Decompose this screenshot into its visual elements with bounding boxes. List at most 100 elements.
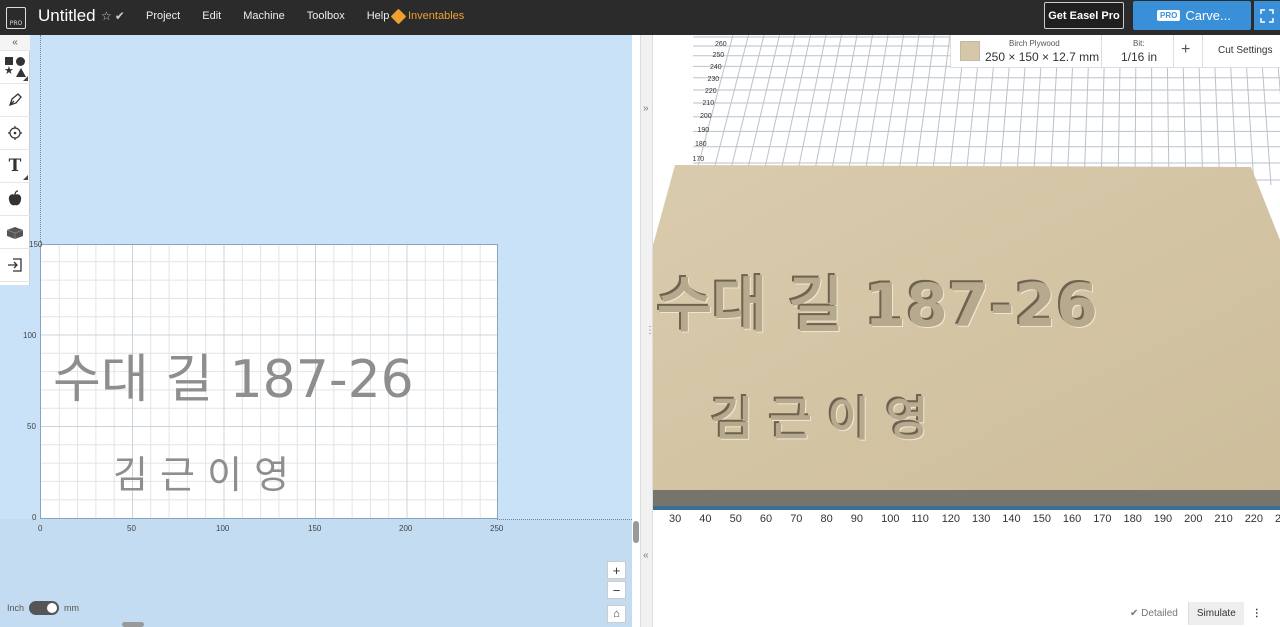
cut-settings-button[interactable]: Cut Settings [1218, 45, 1272, 56]
board-text-line1: 수대 길 187-26 [657, 271, 1099, 341]
preview-x-tick: 200 [1184, 513, 1203, 525]
x-tick-150: 150 [308, 524, 322, 533]
preview-x-tick: 160 [1062, 513, 1082, 525]
star-check-icons[interactable]: ☆✔ [101, 9, 128, 23]
design-canvas[interactable]: 수대 길 187-26 김 근 이 영 [40, 244, 498, 519]
horizontal-scrollbar[interactable] [122, 622, 144, 627]
shapes-icon: ★ [4, 56, 26, 78]
add-bit-button[interactable]: + [1181, 41, 1190, 59]
toolbar-collapse-button[interactable]: « [0, 35, 30, 51]
inventables-icon [390, 8, 407, 24]
x-tick-50: 50 [127, 524, 136, 533]
menu-machine[interactable]: Machine [243, 10, 285, 22]
x-tick-0: 0 [38, 524, 43, 533]
board-text-line2: 김 근 이 영 [711, 392, 929, 446]
target-tool[interactable] [0, 117, 30, 150]
design-workspace-lower[interactable] [0, 519, 632, 627]
board-baseline [653, 506, 1280, 510]
import-tool[interactable] [0, 249, 30, 282]
x-tick-250: 250 [490, 524, 504, 533]
preview-x-tick: 110 [911, 513, 929, 525]
material-swatch[interactable] [960, 41, 980, 61]
3d-preview[interactable]: 260 250 240 230 220 210 200 190 180 170 수대 길 187-… [653, 35, 1280, 627]
preview-x-tick: 60 [759, 513, 773, 525]
parts-tool[interactable] [0, 216, 30, 249]
zoom-controls: + − ⌂ [607, 561, 627, 625]
simulate-button[interactable]: Simulate [1187, 602, 1244, 625]
inventables-link[interactable]: Inventables [390, 8, 465, 24]
canvas-text-line1[interactable]: 수대 길 187-26 [53, 337, 414, 412]
material-bar: Birch Plywood 250 × 150 × 12.7 mm Bit: 1… [950, 35, 1280, 68]
chevron-right-icon[interactable]: » [643, 103, 649, 114]
detailed-toggle[interactable]: ✔ Detailed [1130, 608, 1178, 619]
apple-icon [8, 190, 22, 206]
material-size[interactable]: 250 × 150 × 12.7 mm [985, 50, 1099, 64]
preview-x-tick: 190 [1153, 513, 1173, 525]
unit-toggle: Inch mm [7, 601, 79, 615]
menu-toolbox[interactable]: Toolbox [307, 10, 345, 22]
vertical-scrollbar[interactable] [633, 521, 639, 543]
apps-tool[interactable] [0, 183, 30, 216]
preview-x-tick: 70 [790, 513, 803, 525]
preview-footer: ✔ Detailed Simulate ⋮ [1130, 600, 1270, 627]
pen-tool[interactable] [0, 84, 30, 117]
target-icon [8, 126, 22, 140]
preview-y-tick: 260 [715, 41, 727, 48]
material-name[interactable]: Birch Plywood [1009, 39, 1060, 48]
workspace-guide-horizontal [497, 519, 632, 520]
unit-inch-label: Inch [7, 603, 25, 613]
preview-x-tick: 220 [1244, 513, 1264, 525]
preview-x-tick: 120 [941, 513, 961, 525]
more-options-icon[interactable]: ⋮ [1244, 602, 1270, 625]
inventables-label: Inventables [408, 10, 465, 22]
carve-label: Carve... [1185, 8, 1231, 23]
collapse-icon: « [12, 37, 18, 48]
y-tick-150: 150 [29, 240, 43, 249]
logo-icon: PRO [6, 6, 26, 29]
x-tick-100: 100 [216, 524, 230, 533]
menu-edit[interactable]: Edit [202, 10, 221, 22]
carve-button[interactable]: PRO Carve... [1133, 1, 1251, 30]
y-tick-0: 0 [32, 513, 37, 522]
preview-x-tick: 2 [1275, 513, 1280, 525]
preview-y-tick: 210 [702, 100, 715, 107]
preview-y-tick: 180 [695, 141, 707, 148]
bit-label: Bit: [1133, 39, 1145, 48]
pro-badge: PRO [1157, 10, 1181, 21]
expand-icon[interactable] [1254, 1, 1280, 30]
shapes-tool[interactable]: ★ [0, 51, 30, 84]
preview-x-tick: 210 [1214, 513, 1233, 525]
menu-help[interactable]: Help [367, 10, 390, 22]
easel-logo[interactable]: PRO [0, 0, 32, 35]
unit-switch[interactable] [29, 601, 60, 615]
text-icon: T [8, 156, 22, 176]
preview-y-tick: 250 [712, 52, 725, 59]
zoom-in-button[interactable]: + [607, 561, 626, 579]
menu-project[interactable]: Project [146, 10, 180, 22]
x-tick-200: 200 [399, 524, 413, 533]
unit-mm-label: mm [64, 603, 80, 613]
home-button[interactable]: ⌂ [607, 605, 626, 623]
logo-text: PRO [9, 19, 23, 27]
preview-x-tick: 100 [881, 513, 900, 525]
zoom-out-button[interactable]: − [607, 581, 626, 599]
preview-x-tick: 40 [699, 513, 712, 525]
chevron-left-icon[interactable]: « [643, 550, 649, 561]
preview-x-tick: 80 [820, 513, 833, 525]
preview-x-ticks: 30 40 50 60 70 80 90 100 110 120 130 140 150 160 170 18… [653, 513, 1280, 529]
panel-divider[interactable]: » ⋮ « [640, 35, 655, 627]
preview-y-tick: 230 [707, 76, 720, 83]
text-tool[interactable]: T [0, 150, 30, 183]
bit-value[interactable]: 1/16 in [1121, 50, 1157, 64]
project-title[interactable]: Untitled [38, 6, 96, 26]
y-tick-50: 50 [27, 422, 36, 431]
preview-x-tick: 50 [729, 513, 742, 525]
canvas-text-line2[interactable]: 김 근 이 영 [113, 444, 289, 499]
preview-y-tick: 190 [697, 127, 710, 134]
y-tick-100: 100 [23, 331, 37, 340]
pen-icon [8, 93, 22, 107]
box-icon [6, 227, 24, 239]
get-easel-pro-button[interactable]: Get Easel Pro [1044, 2, 1124, 29]
top-bar: PRO Untitled ☆✔ Project Edit Machine Too… [0, 0, 1280, 35]
preview-x-tick: 30 [669, 513, 682, 525]
